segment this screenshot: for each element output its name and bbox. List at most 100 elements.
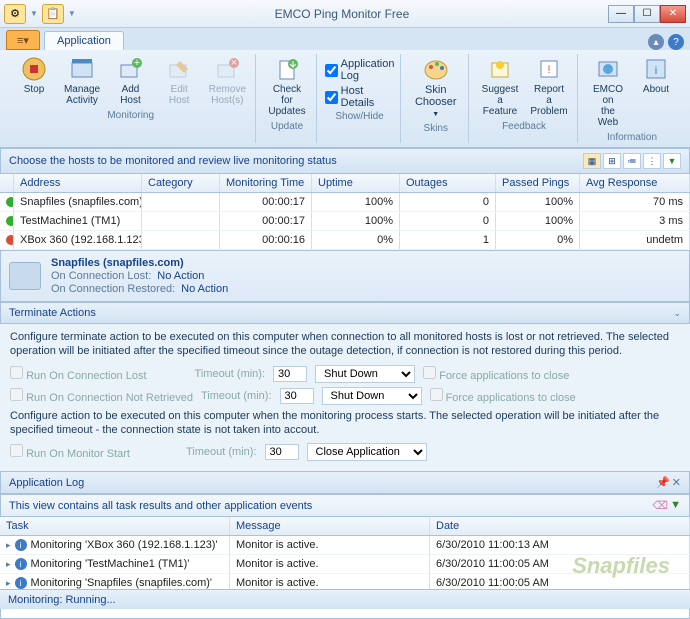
web-icon: [594, 56, 622, 82]
statusbar: Monitoring: Running...: [0, 589, 690, 609]
terminate-para2: Configure action to be executed on this …: [10, 409, 680, 438]
action-select-1[interactable]: Shut Down: [315, 365, 415, 383]
activity-icon: [68, 56, 96, 82]
qat-button-1[interactable]: ⚙: [4, 4, 26, 24]
table-row[interactable]: TestMachine1 (TM1) 00:00:17 100% 0 100% …: [0, 212, 690, 231]
chevron-down-icon: ▼: [432, 111, 439, 118]
about-button[interactable]: iAbout: [634, 54, 678, 97]
ribbon-group-label-showhide: Show/Hide: [335, 111, 383, 122]
hosts-grid: Address Category Monitoring Time Uptime …: [0, 174, 690, 250]
grid-view-icon[interactable]: ▦: [583, 153, 601, 169]
tool-icon-2[interactable]: ⊞: [603, 153, 621, 169]
action-select-3[interactable]: Close Application: [307, 443, 427, 461]
ribbon-group-feedback: Suggest a Feature !Report a Problem Feed…: [471, 54, 578, 143]
info-icon: i: [15, 577, 27, 589]
detail-lost-label: On Connection Lost:: [51, 270, 151, 282]
suggest-feature-button[interactable]: Suggest a Feature: [477, 54, 523, 119]
col-address[interactable]: Address: [14, 174, 142, 192]
filter-dropdown-icon-2[interactable]: ▼: [670, 499, 681, 512]
table-row[interactable]: ▸ i Monitoring 'TestMachine1 (TM1)' Moni…: [0, 555, 690, 574]
timeout-label-1: Timeout (min):: [195, 368, 266, 380]
close-button[interactable]: ✕: [660, 5, 686, 23]
action-select-2[interactable]: Shut Down: [322, 387, 422, 405]
eraser-icon[interactable]: ⌫: [653, 499, 669, 512]
run-on-notret-checkbox[interactable]: Run On Connection Not Retrieved: [10, 388, 193, 404]
detail-restored-value: No Action: [181, 283, 228, 295]
palette-icon: [422, 56, 450, 82]
log-subtitle-bar: This view contains all task results and …: [0, 494, 690, 517]
ribbon-help-area: ▴ ?: [648, 34, 690, 50]
ribbon-home-orb[interactable]: ≡▾: [6, 30, 40, 50]
app-log-checkbox[interactable]: Application Log: [325, 58, 395, 82]
report-problem-button[interactable]: !Report a Problem: [527, 54, 571, 119]
col-category[interactable]: Category: [142, 174, 220, 192]
log-col-message[interactable]: Message: [230, 517, 430, 535]
hosts-grid-header: Address Category Monitoring Time Uptime …: [0, 174, 690, 193]
col-outages[interactable]: Outages: [400, 174, 496, 192]
host-details-checkbox[interactable]: Host Details: [325, 85, 395, 109]
timeout-input-3[interactable]: [265, 444, 299, 460]
log-col-task[interactable]: Task: [0, 517, 230, 535]
ribbon: Stop Manage Activity +Add Host Edit Host…: [0, 50, 690, 148]
log-col-date[interactable]: Date: [430, 517, 690, 535]
emco-web-button[interactable]: EMCO on the Web: [586, 54, 630, 130]
col-avg[interactable]: Avg Response: [580, 174, 690, 192]
detail-lost-value: No Action: [157, 270, 204, 282]
add-host-button[interactable]: +Add Host: [108, 54, 153, 108]
ribbon-group-skins: Skin Chooser▼ Skins: [403, 54, 469, 143]
expand-icon[interactable]: ▸: [6, 559, 11, 570]
status-text: Monitoring: Running...: [8, 594, 116, 606]
run-on-start-checkbox[interactable]: Run On Monitor Start: [10, 444, 130, 460]
tool-icon-4[interactable]: ⋮: [643, 153, 661, 169]
col-uptime[interactable]: Uptime: [312, 174, 400, 192]
timeout-input-2[interactable]: [280, 388, 314, 404]
terminate-para1: Configure terminate action to be execute…: [10, 330, 680, 359]
expand-icon[interactable]: ▸: [6, 578, 11, 589]
svg-text:+: +: [134, 57, 140, 69]
expand-icon[interactable]: ▸: [6, 540, 11, 551]
close-panel-icon[interactable]: ✕: [672, 476, 681, 489]
minimize-button[interactable]: —: [608, 5, 634, 23]
terminate-title: Terminate Actions: [9, 307, 96, 319]
table-row[interactable]: ▸ i Monitoring 'XBox 360 (192.168.1.123)…: [0, 536, 690, 555]
qat-dropdown-icon[interactable]: ▼: [30, 9, 38, 18]
stop-button[interactable]: Stop: [12, 54, 56, 97]
timeout-label-2: Timeout (min):: [201, 390, 272, 402]
qat-button-2[interactable]: 📋: [42, 4, 64, 24]
col-passed[interactable]: Passed Pings: [496, 174, 580, 192]
report-icon: !: [535, 56, 563, 82]
remove-hosts-button[interactable]: ×Remove Host(s): [205, 54, 249, 108]
svg-text:×: ×: [231, 57, 237, 69]
tool-icon-3[interactable]: ≔: [623, 153, 641, 169]
table-row[interactable]: XBox 360 (192.168.1.123) 00:00:16 0% 1 0…: [0, 231, 690, 250]
terminate-section-header[interactable]: Terminate Actions ⌄: [0, 302, 690, 324]
help-icon[interactable]: ?: [668, 34, 684, 50]
maximize-button[interactable]: ☐: [634, 5, 660, 23]
status-dot-icon: [6, 216, 14, 226]
force-close-2[interactable]: Force applications to close: [430, 388, 576, 404]
remove-host-icon: ×: [213, 56, 241, 82]
ribbon-group-label-feedback: Feedback: [502, 121, 546, 132]
timeout-label-3: Timeout (min):: [186, 446, 257, 458]
edit-host-button[interactable]: Edit Host: [157, 54, 201, 108]
check-updates-button[interactable]: Check for Updates: [264, 54, 309, 119]
manage-activity-button[interactable]: Manage Activity: [60, 54, 104, 108]
ribbon-group-monitoring: Stop Manage Activity +Add Host Edit Host…: [6, 54, 256, 143]
window-controls: — ☐ ✕: [608, 5, 686, 23]
quick-access-toolbar: ⚙ ▼ 📋 ▼: [4, 4, 76, 24]
skin-chooser-button[interactable]: Skin Chooser▼: [409, 54, 462, 121]
table-row[interactable]: Snapfiles (snapfiles.com) 00:00:17 100% …: [0, 193, 690, 212]
col-montime[interactable]: Monitoring Time: [220, 174, 312, 192]
collapse-icon[interactable]: ⌄: [673, 308, 681, 319]
force-close-1[interactable]: Force applications to close: [423, 366, 569, 382]
hosts-section-title: Choose the hosts to be monitored and rev…: [9, 155, 337, 167]
ribbon-tabs: ≡▾ Application ▴ ?: [0, 28, 690, 50]
ribbon-minimize-icon[interactable]: ▴: [648, 34, 664, 50]
ribbon-group-label-skins: Skins: [424, 123, 448, 134]
tab-application[interactable]: Application: [44, 31, 124, 50]
qat-dropdown-icon-2[interactable]: ▼: [68, 9, 76, 18]
filter-dropdown-icon[interactable]: ▼: [663, 153, 681, 169]
pin-icon[interactable]: 📌: [656, 476, 670, 489]
run-on-lost-checkbox[interactable]: Run On Connection Lost: [10, 366, 147, 382]
timeout-input-1[interactable]: [273, 366, 307, 382]
